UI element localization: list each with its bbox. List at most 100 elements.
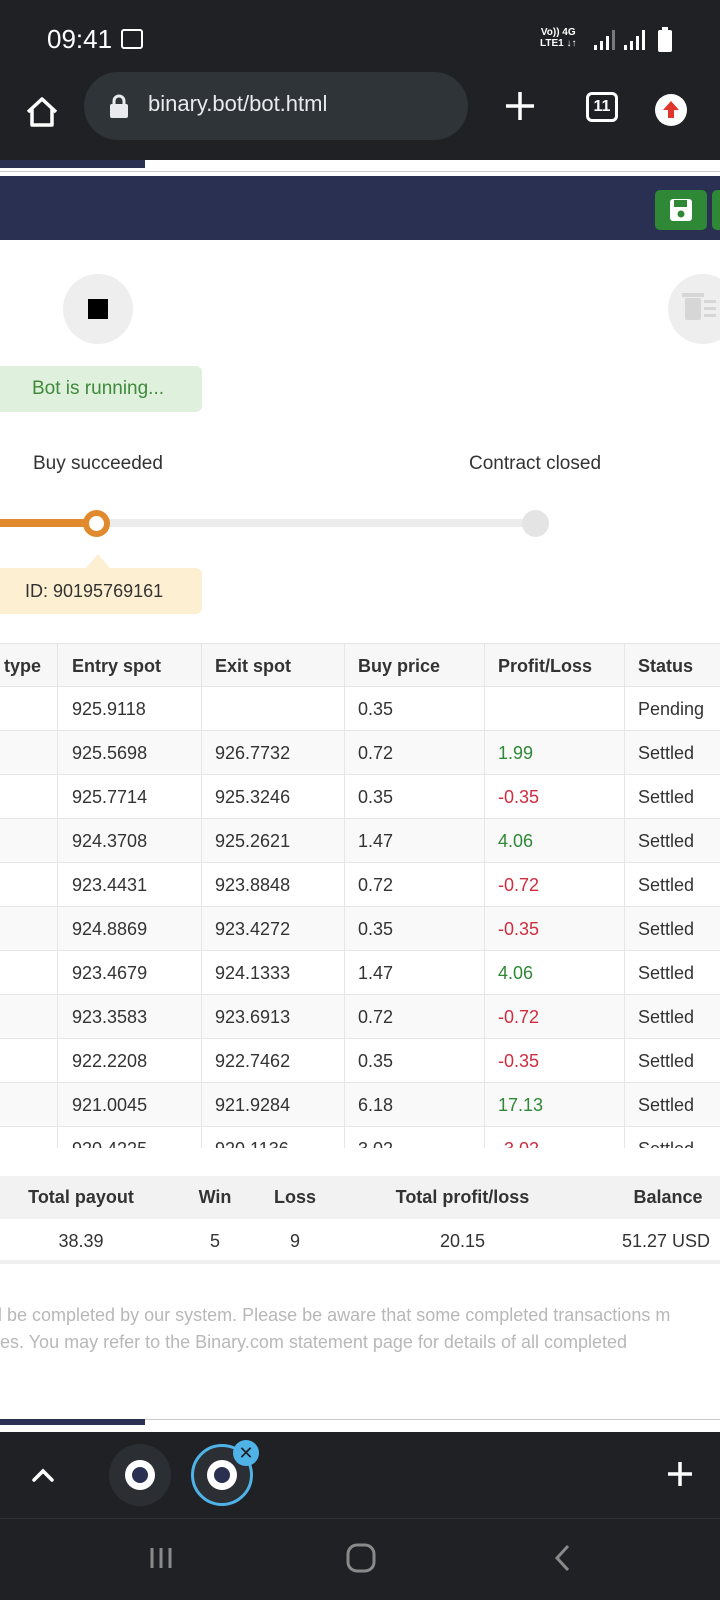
binary-bot-favicon bbox=[207, 1460, 237, 1490]
table-row: 923.4679 924.1333 1.47 4.06 Settled bbox=[0, 951, 720, 995]
cell-exit: 923.4272 bbox=[215, 919, 291, 939]
gallery-notification-icon bbox=[121, 29, 143, 49]
summary-total-profit-loss: 20.15 bbox=[439, 1231, 486, 1251]
bot-toolbar bbox=[0, 176, 720, 240]
cell-buy: 0.35 bbox=[358, 1051, 394, 1071]
column-header: type bbox=[4, 656, 42, 676]
summary-win: 5 bbox=[209, 1231, 220, 1251]
address-bar[interactable]: binary.bot/bot.html bbox=[84, 72, 468, 140]
cell-status: Settled bbox=[638, 787, 695, 807]
progress-step-current bbox=[83, 510, 110, 537]
cell-exit: 921.9284 bbox=[215, 1095, 291, 1115]
cell-buy: 0.35 bbox=[358, 699, 394, 719]
close-tab-icon[interactable]: ✕ bbox=[233, 1440, 259, 1466]
back-nav-icon[interactable] bbox=[548, 1541, 578, 1575]
cell-exit: 920.1136 bbox=[215, 1127, 289, 1148]
cell-buy: 3.02 bbox=[358, 1127, 393, 1148]
progress-fill bbox=[0, 519, 96, 527]
cell-status: Settled bbox=[638, 831, 695, 851]
stop-icon bbox=[88, 299, 108, 319]
bot-status-badge: Bot is running... bbox=[0, 366, 202, 412]
cell-pl: 17.13 bbox=[498, 1095, 544, 1115]
cell-buy: 1.47 bbox=[358, 963, 394, 983]
tab-thumbnail-1[interactable] bbox=[109, 1444, 171, 1506]
lock-icon bbox=[110, 94, 128, 118]
toolbar-next-button[interactable] bbox=[712, 190, 720, 230]
column-divider bbox=[344, 643, 345, 1148]
cell-status: Settled bbox=[638, 963, 695, 983]
url-text: binary.bot/bot.html bbox=[148, 91, 328, 116]
cell-entry: 923.3583 bbox=[72, 1007, 148, 1027]
column-divider bbox=[57, 643, 58, 1148]
contract-id-tooltip: ID: 90195769161 bbox=[0, 568, 202, 614]
column-divider bbox=[484, 643, 485, 1148]
table-row: 923.3583 923.6913 0.72 -0.72 Settled bbox=[0, 995, 720, 1039]
step-buy-label: Buy succeeded bbox=[33, 453, 163, 474]
page-top-strip-dark bbox=[0, 160, 145, 168]
battery-icon bbox=[658, 27, 672, 52]
tab-count-button[interactable]: 11 bbox=[586, 92, 618, 122]
home-nav-icon[interactable] bbox=[344, 1541, 378, 1575]
cell-status: Settled bbox=[638, 1095, 695, 1115]
table-row: 923.4431 923.8848 0.72 -0.72 Settled bbox=[0, 863, 720, 907]
network-type-label: Vo)) 4G LTE1 ↓↑ bbox=[540, 27, 577, 49]
cell-entry: 925.7714 bbox=[72, 787, 148, 807]
table-row: 924.3708 925.2621 1.47 4.06 Settled bbox=[0, 819, 720, 863]
cell-exit: 923.8848 bbox=[215, 875, 291, 895]
recent-apps-icon[interactable] bbox=[146, 1543, 176, 1573]
chevron-up-icon[interactable] bbox=[28, 1460, 58, 1490]
cell-buy: 0.72 bbox=[358, 875, 394, 895]
cell-status: Settled bbox=[638, 919, 695, 939]
summary-header: Total payout Win Loss Total profit/loss … bbox=[0, 1176, 720, 1219]
status-time: 09:41 bbox=[47, 24, 113, 54]
save-icon bbox=[670, 199, 692, 221]
cell-exit: 926.7732 bbox=[215, 743, 291, 763]
summary-total-payout: 38.39 bbox=[58, 1231, 104, 1251]
page-bottom-strip-dark bbox=[0, 1419, 145, 1425]
cell-status: Settled bbox=[638, 1127, 694, 1148]
step-closed-label: Contract closed bbox=[469, 453, 602, 474]
column-header: Exit spot bbox=[215, 656, 292, 676]
new-tab-plus-icon[interactable] bbox=[500, 86, 540, 126]
cell-pl: 1.99 bbox=[498, 743, 534, 763]
cell-exit: 923.6913 bbox=[215, 1007, 291, 1027]
column-divider bbox=[624, 643, 625, 1148]
column-header: Status bbox=[638, 656, 694, 676]
browser-tab-bar: ✕ bbox=[0, 1432, 720, 1518]
cell-entry: 924.3708 bbox=[72, 831, 148, 851]
cell-entry: 925.5698 bbox=[72, 743, 148, 763]
cell-pl: 4.06 bbox=[498, 831, 534, 851]
update-icon[interactable] bbox=[655, 94, 687, 126]
summary-balance: 51.27 USD bbox=[621, 1231, 711, 1251]
table-header-row: type Entry spot Exit spot Buy price Profit/L… bbox=[0, 643, 720, 687]
cell-exit: 922.7462 bbox=[215, 1051, 291, 1071]
cell-entry: 920.4225 bbox=[72, 1127, 147, 1148]
cell-status: Pending bbox=[638, 699, 705, 719]
summary-header-total-profit-loss: Total profit/loss bbox=[395, 1187, 530, 1207]
binary-bot-favicon bbox=[125, 1460, 155, 1490]
cell-entry: 921.0045 bbox=[72, 1095, 148, 1115]
table-row: 925.5698 926.7732 0.72 1.99 Settled bbox=[0, 731, 720, 775]
column-header: Profit/Loss bbox=[498, 656, 593, 676]
cell-pl: 4.06 bbox=[498, 963, 534, 983]
home-icon[interactable] bbox=[22, 92, 62, 132]
cell-entry: 924.8869 bbox=[72, 919, 148, 939]
clear-log-button[interactable] bbox=[668, 274, 720, 344]
stop-button[interactable] bbox=[63, 274, 133, 344]
id-tooltip-arrow bbox=[86, 554, 110, 568]
cell-entry: 925.9118 bbox=[72, 699, 146, 719]
column-header: Entry spot bbox=[72, 656, 162, 676]
save-button[interactable] bbox=[655, 190, 707, 230]
cell-buy: 0.72 bbox=[358, 1007, 394, 1027]
cell-status: Settled bbox=[638, 1007, 695, 1027]
progress-step-end bbox=[522, 510, 549, 537]
trash-icon bbox=[682, 293, 716, 320]
summary-header-total-payout: Total payout bbox=[28, 1187, 134, 1207]
cell-entry: 923.4431 bbox=[72, 875, 148, 895]
cell-buy: 0.35 bbox=[358, 787, 394, 807]
cell-pl: -0.35 bbox=[498, 1051, 540, 1071]
cell-pl: -0.72 bbox=[498, 1007, 540, 1027]
cell-exit: 924.1333 bbox=[215, 963, 291, 983]
table-row: 925.7714 925.3246 0.35 -0.35 Settled bbox=[0, 775, 720, 819]
add-tab-icon[interactable] bbox=[660, 1454, 700, 1494]
